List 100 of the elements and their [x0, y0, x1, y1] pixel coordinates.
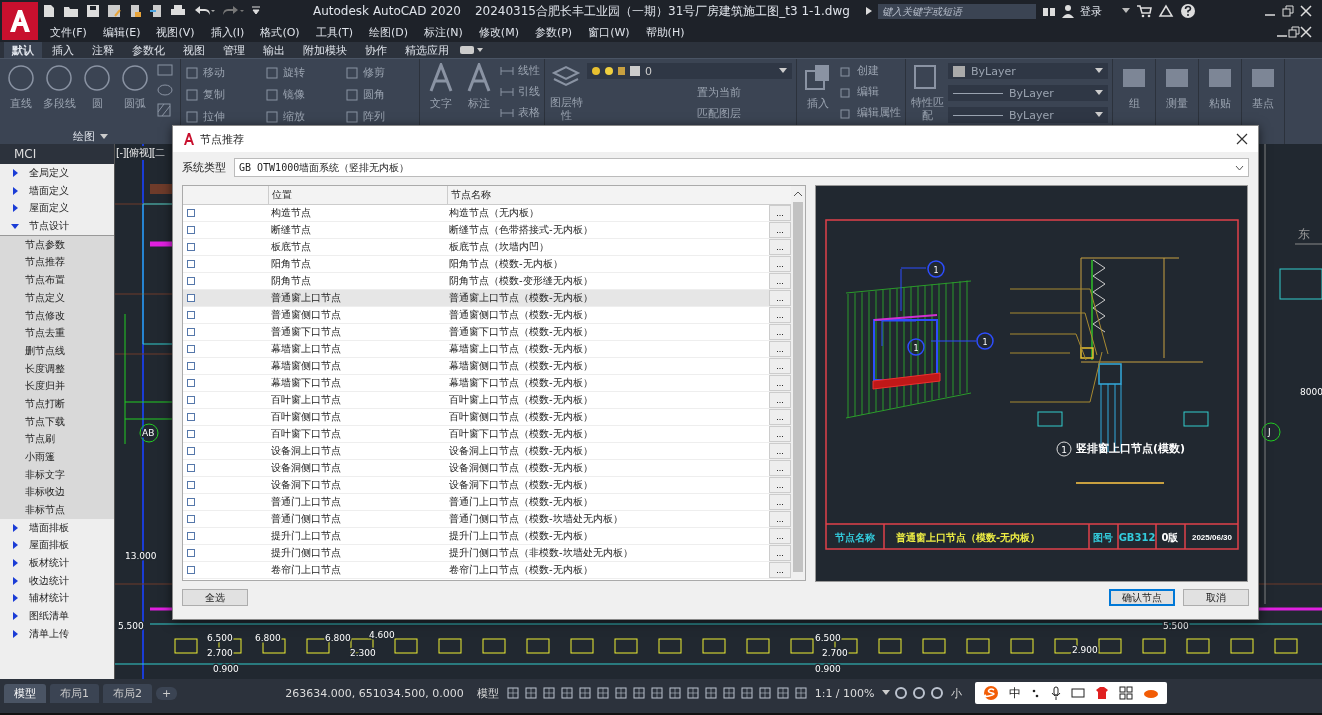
- table-row[interactable]: 设备洞上口节点 设备洞上口节点（模数-无内板） ...: [183, 443, 791, 460]
- annotation-tool-button[interactable]: 表格: [500, 105, 540, 120]
- browse-button[interactable]: ...: [769, 460, 791, 476]
- sidebar-subitem[interactable]: 非标收边: [0, 483, 114, 502]
- sign-in-link[interactable]: 登录: [1079, 3, 1102, 19]
- ribbon-tool-button[interactable]: 组: [1117, 63, 1151, 111]
- sidebar-subitem[interactable]: 节点参数: [0, 235, 114, 254]
- table-row[interactable]: 提升门侧口节点 提升门侧口节点（非模数-坎墙处无内板） ...: [183, 545, 791, 562]
- close-icon[interactable]: [1236, 133, 1248, 145]
- row-checkbox[interactable]: [187, 379, 195, 387]
- row-checkbox[interactable]: [187, 260, 195, 268]
- browse-button[interactable]: ...: [769, 205, 791, 221]
- ribbon-tab[interactable]: 协作: [357, 41, 395, 59]
- row-checkbox[interactable]: [187, 464, 195, 472]
- scrollbar[interactable]: [791, 186, 805, 580]
- row-checkbox[interactable]: [187, 498, 195, 506]
- scroll-up-icon[interactable]: [793, 190, 803, 198]
- ribbon-tab[interactable]: 参数化: [124, 41, 173, 59]
- row-checkbox[interactable]: [187, 311, 195, 319]
- browse-button[interactable]: ...: [769, 290, 791, 306]
- ribbon-tool-button[interactable]: 测量: [1160, 63, 1194, 111]
- menu-item[interactable]: 窗口(W): [580, 24, 638, 40]
- draw-tool-button[interactable]: 直线: [4, 63, 38, 111]
- table-row[interactable]: 构造节点 构造节点（无内板） ...: [183, 205, 791, 222]
- save-as-icon[interactable]: [107, 4, 121, 18]
- row-checkbox[interactable]: [187, 515, 195, 523]
- browse-button[interactable]: ...: [769, 392, 791, 408]
- layout-tab[interactable]: 布局2: [103, 683, 152, 703]
- sidebar-subitem[interactable]: 小雨篷: [0, 448, 114, 466]
- sidebar-item[interactable]: 图纸清单: [0, 607, 114, 625]
- ribbon-tab[interactable]: 输出: [255, 41, 293, 59]
- table-row[interactable]: 普通窗下口节点 普通窗下口节点（模数-无内板） ...: [183, 324, 791, 341]
- annotation-tool-button[interactable]: 标注: [462, 63, 496, 111]
- sidebar-subitem[interactable]: 节点打断: [0, 394, 114, 413]
- modify-tool-button[interactable]: 修剪: [345, 65, 415, 80]
- sidebar-subitem[interactable]: 长度调整: [0, 359, 114, 378]
- panel-label[interactable]: 绘图: [72, 129, 95, 144]
- column-header[interactable]: 位置: [268, 186, 447, 204]
- share-icon[interactable]: [149, 4, 163, 18]
- ribbon-tab[interactable]: 管理: [215, 41, 253, 59]
- table-row[interactable]: 普通窗上口节点 普通窗上口节点（模数-无内板） ...: [183, 290, 791, 307]
- layer-properties-button[interactable]: 图层特性: [549, 63, 583, 122]
- row-checkbox[interactable]: [187, 277, 195, 285]
- panel-toggle-icon[interactable]: [459, 45, 483, 55]
- collapsed-arrow-icon[interactable]: [11, 204, 19, 213]
- open-folder-icon[interactable]: [63, 4, 79, 18]
- row-checkbox[interactable]: [187, 447, 195, 455]
- layer-tool-button[interactable]: 匹配图层: [587, 106, 792, 121]
- row-checkbox[interactable]: [187, 481, 195, 489]
- sidebar-subitem[interactable]: 删节点线: [0, 341, 114, 360]
- select-all-button[interactable]: 全选: [182, 589, 248, 606]
- ribbon-tab[interactable]: 精选应用: [397, 41, 457, 59]
- sidebar-subitem[interactable]: 非标节点: [0, 501, 114, 519]
- network-icon[interactable]: [1157, 4, 1174, 18]
- browse-button[interactable]: ...: [769, 511, 791, 527]
- menu-item[interactable]: 标注(N): [416, 24, 471, 40]
- sidebar-subitem[interactable]: 非标文字: [0, 465, 114, 484]
- restore-icon[interactable]: [1288, 26, 1300, 38]
- table-row[interactable]: 百叶窗上口节点 百叶窗上口节点（模数-无内板） ...: [183, 392, 791, 409]
- table-row[interactable]: 幕墙窗侧口节点 幕墙窗侧口节点（模数-无内板） ...: [183, 358, 791, 375]
- table-row[interactable]: 设备洞下口节点 设备洞下口节点（模数-无内板） ...: [183, 477, 791, 494]
- sidebar-item[interactable]: 板材统计: [0, 554, 114, 572]
- browse-button[interactable]: ...: [769, 494, 791, 510]
- menu-item[interactable]: 视图(V): [148, 24, 203, 40]
- ime-logo-icon[interactable]: [982, 685, 999, 701]
- punctuation-icon[interactable]: [1030, 687, 1041, 699]
- help-icon[interactable]: [1179, 3, 1196, 19]
- open-web-icon[interactable]: [128, 4, 142, 18]
- browse-button[interactable]: ...: [769, 358, 791, 374]
- table-row[interactable]: 普通窗侧口节点 普通窗侧口节点（模数-无内板） ...: [183, 307, 791, 324]
- ellipse-icon[interactable]: [156, 83, 176, 97]
- property-dropdown[interactable]: ByLayer: [948, 107, 1108, 123]
- sidebar-item[interactable]: 收边统计: [0, 571, 114, 590]
- browse-button[interactable]: ...: [769, 375, 791, 391]
- modify-tool-button[interactable]: 圆角: [345, 87, 415, 102]
- print-icon[interactable]: [170, 4, 186, 18]
- browse-button[interactable]: ...: [769, 528, 791, 544]
- search-field[interactable]: 键入关键字或短语: [877, 3, 1036, 19]
- row-checkbox[interactable]: [187, 566, 195, 574]
- layer-tool-button[interactable]: 置为当前: [587, 85, 792, 100]
- table-row[interactable]: 设备洞侧口节点 设备洞侧口节点（模数-无内板） ...: [183, 460, 791, 477]
- sidebar-subitem[interactable]: 节点布置: [0, 271, 114, 289]
- binoculars-icon[interactable]: [1041, 5, 1056, 17]
- sidebar-item[interactable]: 辅材统计: [0, 589, 114, 608]
- row-checkbox[interactable]: [187, 532, 195, 540]
- browse-button[interactable]: ...: [769, 273, 791, 289]
- collapsed-arrow-icon[interactable]: [11, 186, 19, 195]
- sidebar-subitem[interactable]: 节点去重: [0, 324, 114, 342]
- sidebar-item[interactable]: 屋面排板: [0, 536, 114, 555]
- layout-tab[interactable]: 模型: [4, 683, 46, 703]
- collapsed-arrow-icon[interactable]: [11, 558, 19, 567]
- cart-icon[interactable]: [1135, 4, 1152, 18]
- collapsed-arrow-icon[interactable]: [11, 612, 19, 621]
- row-checkbox[interactable]: [187, 549, 195, 557]
- menu-item[interactable]: 帮助(H): [637, 24, 693, 40]
- layer-dropdown[interactable]: 0: [587, 63, 792, 79]
- collapsed-arrow-icon[interactable]: [11, 523, 19, 532]
- browse-button[interactable]: ...: [769, 307, 791, 323]
- collapsed-arrow-icon[interactable]: [11, 576, 19, 585]
- browse-button[interactable]: ...: [769, 222, 791, 238]
